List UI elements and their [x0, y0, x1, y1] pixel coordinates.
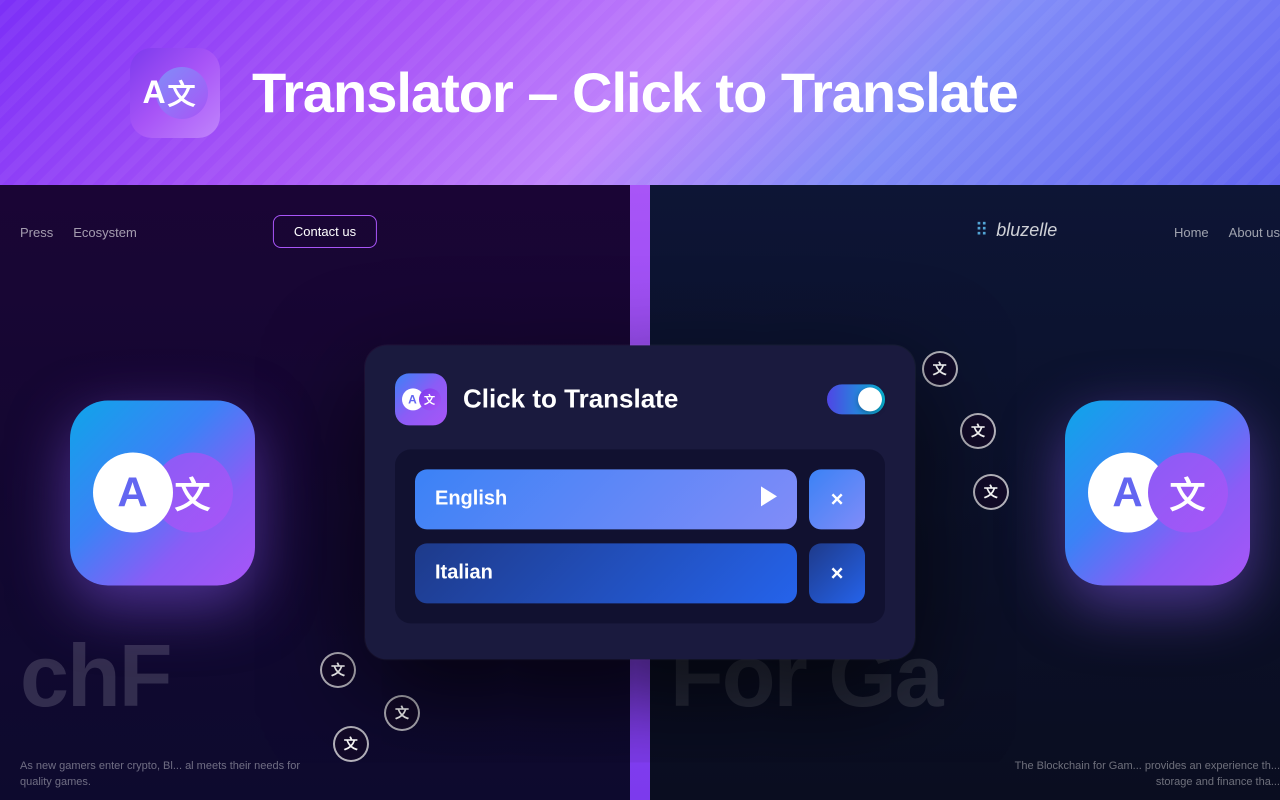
left-nav-item-2: Ecosystem: [73, 225, 137, 240]
target-delete-icon: ×: [831, 560, 844, 586]
bluzelle-dots-icon: ⠿: [975, 220, 988, 241]
left-icon-a: A: [93, 453, 173, 533]
left-nav-item-1: Press: [20, 225, 53, 240]
cursor-icon: [761, 486, 777, 512]
left-contact-button: Contact us: [273, 215, 377, 248]
source-delete-icon: ×: [831, 486, 844, 512]
toggle-switch[interactable]: [827, 384, 885, 414]
popup-header-left: A 文 Click to Translate: [395, 373, 678, 425]
source-language-label: English: [435, 487, 507, 509]
left-app-icon: A 文: [70, 400, 255, 585]
right-nav: Home About us: [1174, 225, 1280, 240]
target-language-delete-button[interactable]: ×: [809, 543, 865, 603]
source-language-button[interactable]: English: [415, 469, 797, 529]
main-area: Press Ecosystem Contact us chF As new ga…: [0, 185, 1280, 800]
right-nav-item-1: Home: [1174, 225, 1209, 240]
float-icon-3: 文: [973, 474, 1009, 510]
right-nav-item-2: About us: [1229, 225, 1280, 240]
language-container: English × Italian ×: [395, 449, 885, 623]
source-language-row: English ×: [415, 469, 865, 529]
header-banner: A 文 Translator – Click to Translate: [0, 0, 1280, 185]
right-icon-zh: 文: [1148, 453, 1228, 533]
popup-card: A 文 Click to Translate English: [365, 345, 915, 659]
target-language-label: Italian: [435, 561, 493, 583]
popup-icon-zh: 文: [419, 388, 441, 410]
toggle-knob: [858, 387, 882, 411]
logo-a-letter: A: [142, 74, 165, 111]
left-sub-text: As new gamers enter crypto, Bl... al mee…: [20, 759, 320, 790]
logo-zh-letter: 文: [168, 73, 196, 113]
popup-app-icon: A 文: [395, 373, 447, 425]
bluzelle-name: bluzelle: [996, 220, 1057, 241]
app-logo: A 文: [130, 48, 220, 138]
right-app-icon: A 文: [1065, 400, 1250, 585]
float-icon-2: 文: [960, 413, 996, 449]
float-icon-1: 文: [922, 351, 958, 387]
source-language-delete-button[interactable]: ×: [809, 469, 865, 529]
popup-title: Click to Translate: [463, 383, 678, 414]
left-nav: Press Ecosystem: [20, 225, 137, 240]
target-language-button[interactable]: Italian: [415, 543, 797, 603]
float-icon-5: 文: [333, 726, 369, 762]
cursor-shape-icon: [761, 486, 777, 506]
page-title: Translator – Click to Translate: [252, 60, 1018, 125]
popup-header: A 文 Click to Translate: [395, 373, 885, 425]
target-language-row: Italian ×: [415, 543, 865, 603]
right-sub-text: The Blockchain for Gam... provides an ex…: [1000, 759, 1280, 790]
